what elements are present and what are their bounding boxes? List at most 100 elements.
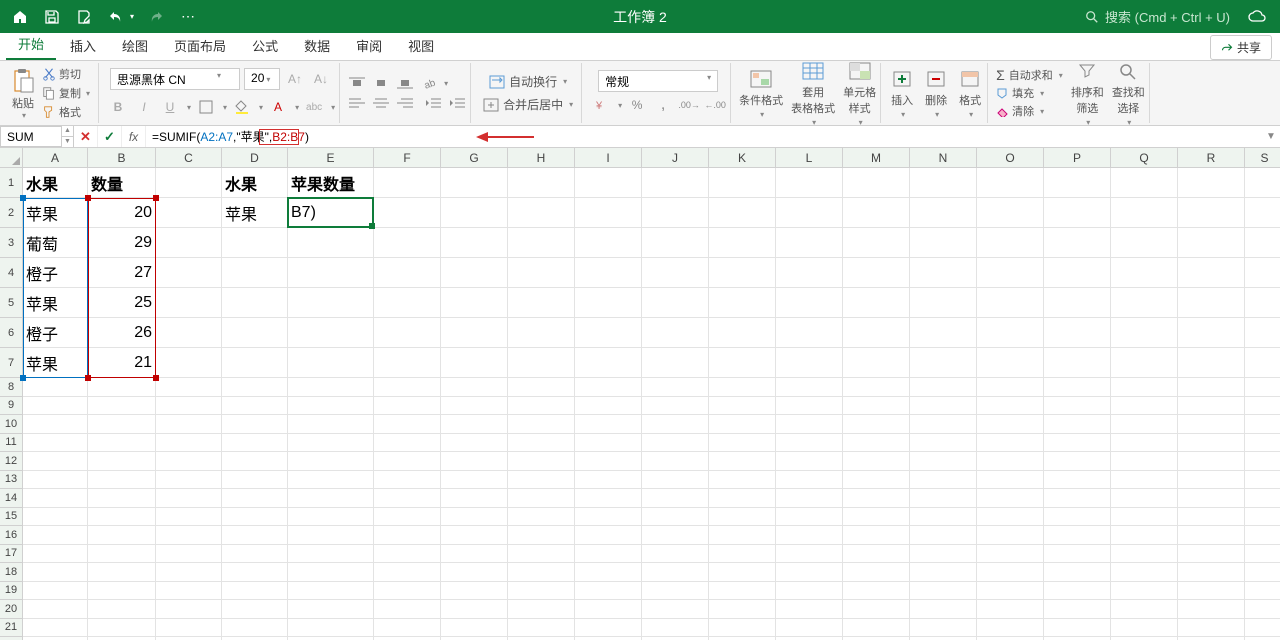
cell[interactable] [222,471,288,490]
cell[interactable] [374,619,441,638]
decrease-font-icon[interactable]: A↓ [310,68,332,90]
cell[interactable] [1044,471,1111,490]
cell[interactable] [156,348,222,378]
col-header-b[interactable]: B [88,148,156,168]
cell[interactable] [910,508,977,527]
cell[interactable] [374,434,441,453]
table-format-button[interactable]: 套用 表格格式▾ [791,60,835,127]
cell[interactable] [1111,452,1178,471]
cell[interactable] [1044,508,1111,527]
cell[interactable] [977,582,1044,601]
cell[interactable] [1044,526,1111,545]
cell[interactable] [709,415,776,434]
cell[interactable] [288,508,374,527]
cell[interactable]: 29 [88,228,156,258]
cell[interactable] [156,318,222,348]
save-icon[interactable] [42,7,62,27]
cell[interactable] [776,489,843,508]
tab-view[interactable]: 视图 [396,31,446,60]
cell[interactable] [508,415,575,434]
cell[interactable] [508,318,575,348]
cell[interactable] [1044,198,1111,228]
cell[interactable]: 葡萄 [23,228,88,258]
tab-draw[interactable]: 绘图 [110,31,160,60]
col-header-q[interactable]: Q [1111,148,1178,168]
cell[interactable] [843,318,910,348]
cell[interactable] [910,619,977,638]
row-header-15[interactable]: 15 [0,508,23,527]
cell[interactable] [776,563,843,582]
cell[interactable] [977,563,1044,582]
cell[interactable]: 水果 [23,168,88,198]
cell[interactable] [575,168,642,198]
cell[interactable] [1245,508,1280,527]
cell[interactable] [575,452,642,471]
cell[interactable] [374,600,441,619]
cell[interactable] [1044,415,1111,434]
cell[interactable] [1245,397,1280,416]
cell[interactable] [88,471,156,490]
cell[interactable] [843,415,910,434]
align-top-icon[interactable] [348,76,366,90]
cell[interactable] [23,526,88,545]
cell[interactable] [776,545,843,564]
delete-cells-button[interactable]: 删除▾ [923,68,949,119]
cell[interactable] [1178,600,1245,619]
cell[interactable] [709,619,776,638]
cell[interactable] [843,471,910,490]
cell[interactable] [1111,415,1178,434]
cell[interactable] [156,563,222,582]
tab-formulas[interactable]: 公式 [240,31,290,60]
cell[interactable] [977,471,1044,490]
cell[interactable] [843,434,910,453]
cell[interactable] [156,526,222,545]
find-select-button[interactable]: 查找和 选择▾ [1112,60,1145,127]
cell[interactable] [156,168,222,198]
cell[interactable] [1178,397,1245,416]
phonetic-button[interactable]: abc [303,96,325,118]
cell[interactable] [575,288,642,318]
col-header-j[interactable]: J [642,148,709,168]
cell[interactable]: 27 [88,258,156,288]
cell[interactable] [1245,348,1280,378]
cell[interactable] [1044,600,1111,619]
cell[interactable] [88,545,156,564]
cell[interactable] [374,397,441,416]
cell[interactable] [575,348,642,378]
cell[interactable] [508,600,575,619]
percent-icon[interactable]: % [626,94,648,116]
cell[interactable] [374,471,441,490]
cell[interactable] [977,526,1044,545]
cell[interactable] [1245,198,1280,228]
cell[interactable] [575,471,642,490]
cell[interactable] [910,452,977,471]
cell[interactable] [1111,378,1178,397]
search-box[interactable]: 搜索 (Cmd + Ctrl + U) [1085,7,1230,26]
col-header-k[interactable]: K [709,148,776,168]
cell[interactable] [843,600,910,619]
col-header-f[interactable]: F [374,148,441,168]
tab-home[interactable]: 开始 [6,29,56,60]
increase-font-icon[interactable]: A↑ [284,68,306,90]
cell[interactable] [441,489,508,508]
format-painter-button[interactable]: 格式 [42,103,90,121]
cell[interactable] [1178,288,1245,318]
cell[interactable] [642,600,709,619]
cell[interactable] [1178,582,1245,601]
cell[interactable] [222,258,288,288]
cell[interactable] [709,508,776,527]
cell[interactable] [1044,318,1111,348]
cell[interactable] [910,397,977,416]
cell[interactable] [642,258,709,288]
cell[interactable] [374,228,441,258]
cell[interactable] [156,452,222,471]
cell[interactable] [910,471,977,490]
align-right-icon[interactable] [396,96,414,110]
cell[interactable] [156,198,222,228]
cell[interactable] [910,415,977,434]
copy-button[interactable]: 复制▾ [42,84,90,102]
cell[interactable] [508,168,575,198]
cell[interactable] [709,348,776,378]
cell[interactable] [776,600,843,619]
cell[interactable] [1111,168,1178,198]
